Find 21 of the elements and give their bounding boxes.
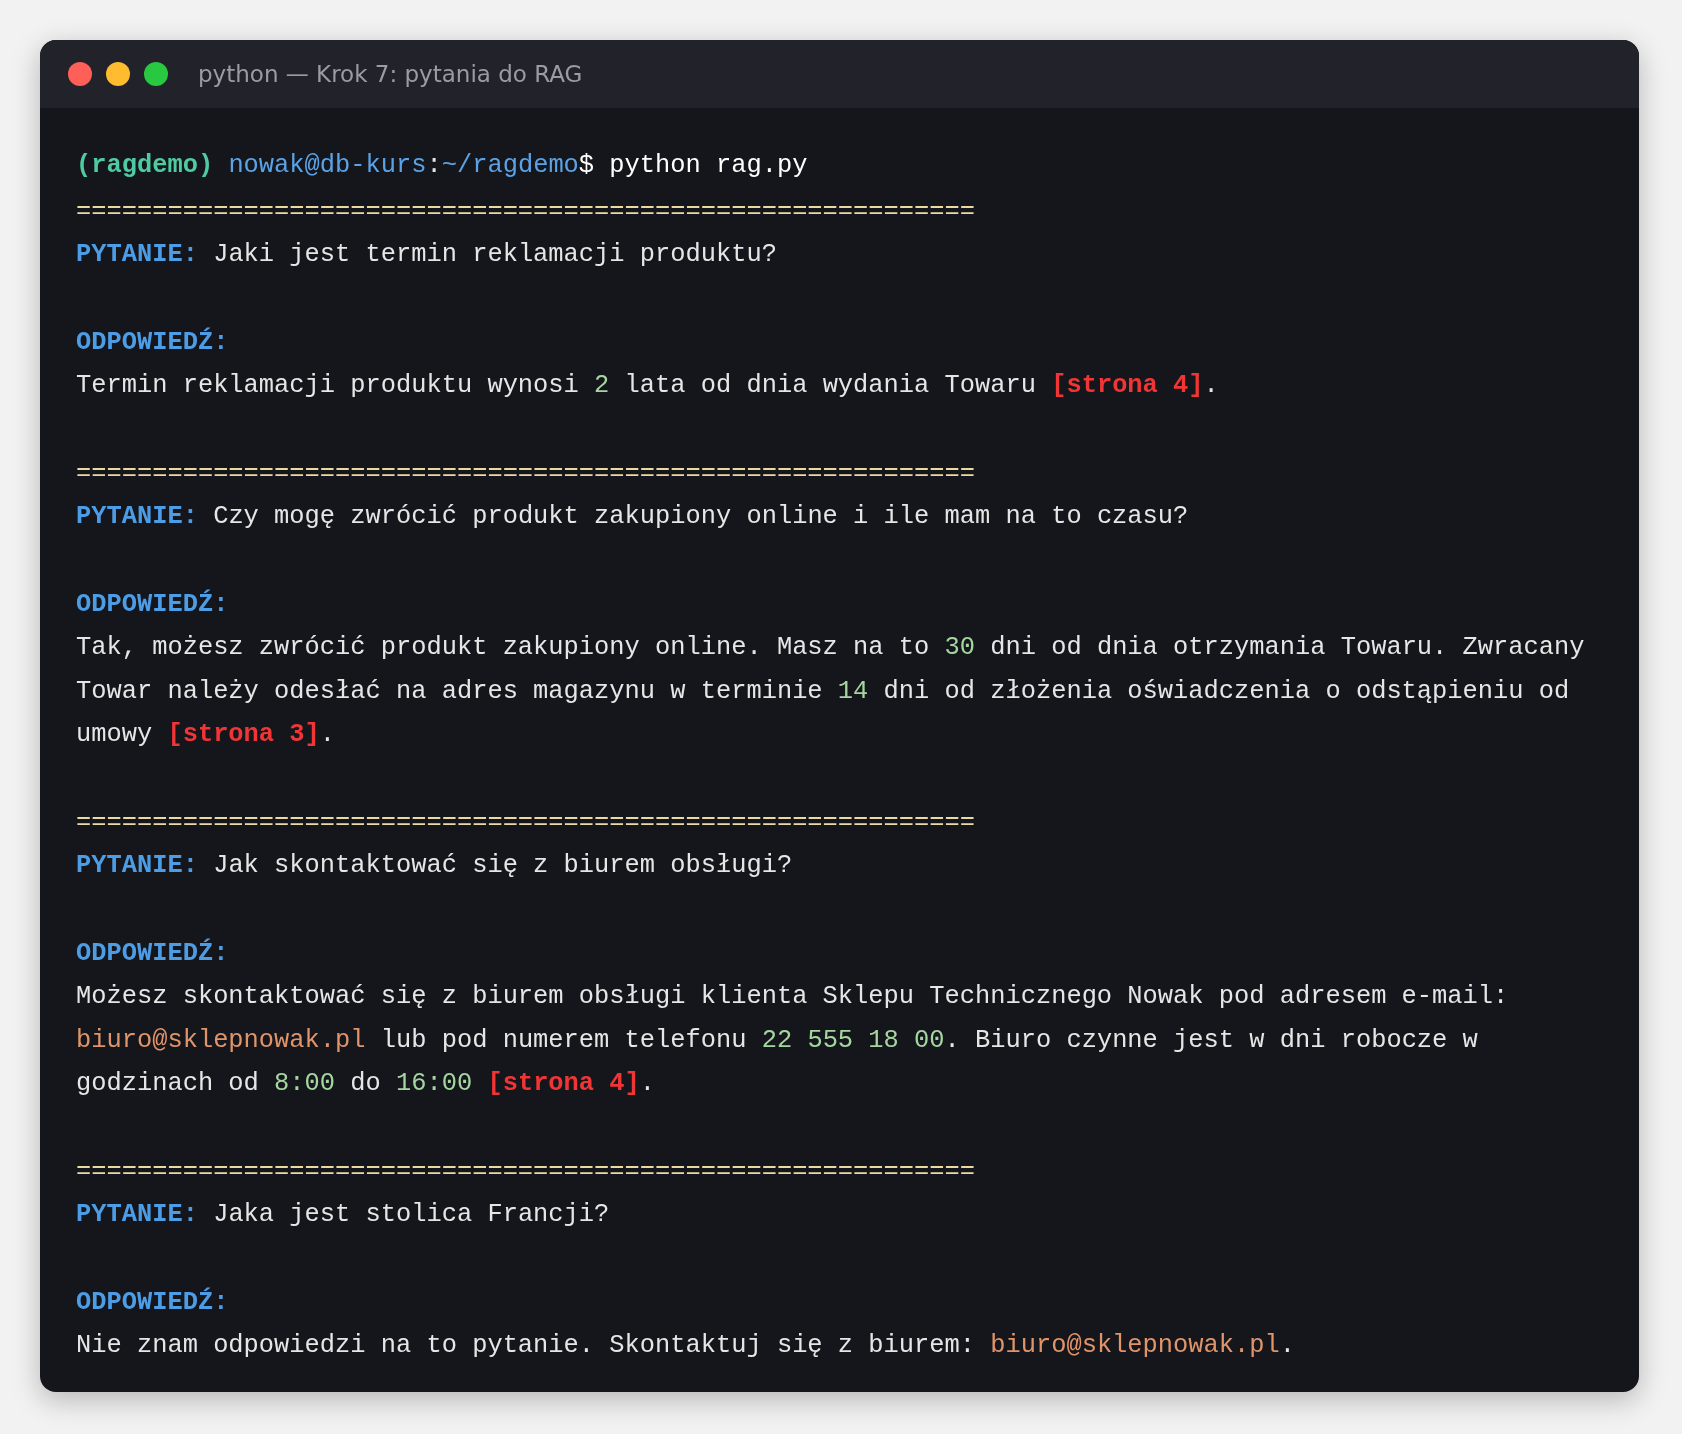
separator-rule: =========================================================== [76,1155,976,1188]
answer-label: ODPOWIEDŹ: [76,326,230,359]
answer-label: ODPOWIEDŹ: [76,588,230,621]
command-prompt: (ragdemo) nowak@db-kurs:~/ragdemo$ python rag.py [76,150,809,182]
separator-rule: =========================================================== [76,806,976,839]
answer-text: Tak, możesz zwrócić produkt zakupiony online. Masz na to 30 dni od dnia otrzymania Towaru. Zwracany Towar należy odesłać na adres magazynu w terminie 14 dni od złożenia oświadczenia o odstąpieniu od umowy [strona 3]. [76,632,1586,751]
answer-text: Możesz skontaktować się z biurem obsługi klienta Sklepu Technicznego Nowak pod adresem e-mail: biuro@sklepnowak.pl lub pod numerem telefonu 22 555 18 00. Biuro czynne jest w dni robocze w godzinach od 8:00 do 16:00 [strona 4]. [76,981,1510,1100]
minimize-button[interactable] [106,62,130,86]
answer-text: Termin reklamacji produktu wynosi 2 lata od dnia wydania Towaru [strona 4]. [76,370,1220,402]
question-line: PYTANIE: Jak skontaktować się z biurem obsługi? [76,850,794,882]
separator-rule: =========================================================== [76,195,976,228]
answer-text: Nie znam odpowiedzi na to pytanie. Skontaktuj się z biurem: biuro@sklepnowak.pl. [76,1330,1296,1362]
answer-label: ODPOWIEDŹ: [76,1286,230,1319]
zoom-button[interactable] [144,62,168,86]
question-line: PYTANIE: Czy mogę zwrócić produkt zakupiony online i ile mam na to czasu? [76,501,1190,533]
answer-label: ODPOWIEDŹ: [76,937,230,970]
close-button[interactable] [68,62,92,86]
question-line: PYTANIE: Jaka jest stolica Francji? [76,1199,611,1231]
question-line: PYTANIE: Jaki jest termin reklamacji produktu? [76,239,778,271]
window-title: python — Krok 7: pytania do RAG [198,59,583,89]
separator-rule: =========================================================== [76,457,976,490]
